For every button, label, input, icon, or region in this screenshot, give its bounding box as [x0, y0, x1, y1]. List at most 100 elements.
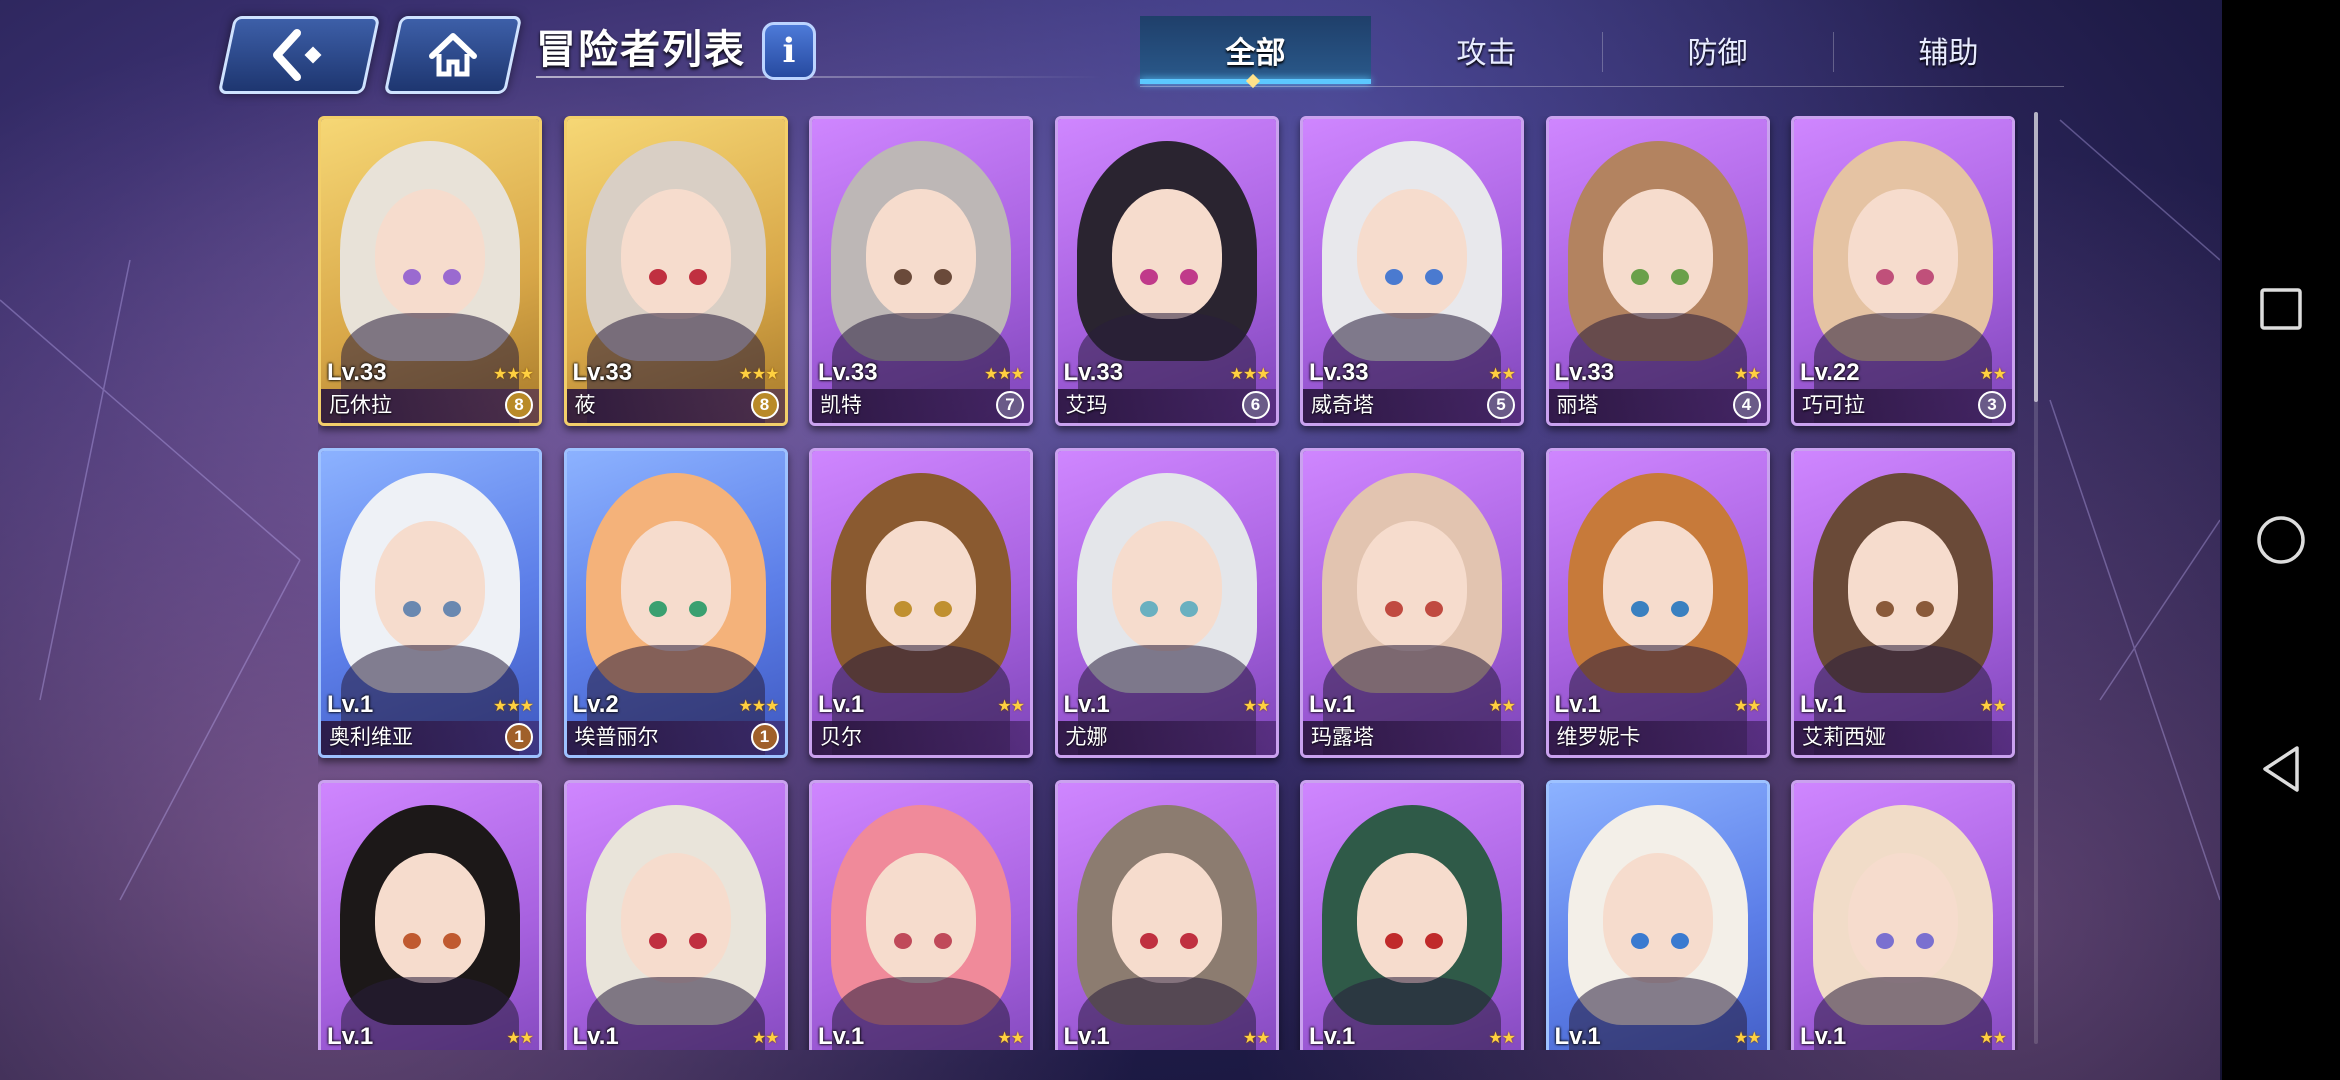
adventurer-card[interactable]: Lv.1 ★★: [1300, 780, 1524, 1050]
star-rating-icon: ★★: [1733, 364, 1762, 383]
adventurer-card[interactable]: Lv.1 ★★: [318, 780, 542, 1050]
card-rank-badge: 1: [505, 723, 533, 751]
tab-support[interactable]: 辅助: [1833, 16, 2064, 84]
character-eye: [1139, 601, 1158, 617]
adventurer-card[interactable]: Lv.2 ★★★ 埃普丽尔 1: [563, 448, 788, 758]
character-face: [620, 521, 731, 651]
adventurer-card[interactable]: Lv.1 ★★ 维罗妮卡: [1545, 448, 1770, 758]
star-rating-icon: ★★★: [1229, 364, 1270, 383]
tab-all[interactable]: 全部: [1140, 16, 1371, 84]
filter-tabs: 全部 攻击 防御 辅助: [1140, 16, 2064, 84]
card-name: 玛露塔: [1311, 725, 1374, 749]
adventurer-card[interactable]: Lv.1 ★★ 尤娜: [1054, 448, 1279, 758]
character-eye: [443, 933, 461, 949]
card-name: 艾莉西娅: [1802, 725, 1886, 749]
adventurer-card[interactable]: Lv.33 ★★ 丽塔 4: [1545, 116, 1770, 426]
star-rating-icon: ★★: [1488, 696, 1516, 715]
card-name: 莜: [574, 393, 596, 417]
character-eye: [934, 601, 952, 617]
character-face: [1602, 853, 1713, 983]
card-level: Lv.1: [1309, 691, 1356, 718]
character-eye: [443, 269, 461, 285]
tab-attack[interactable]: 攻击: [1371, 16, 1602, 84]
adventurer-card[interactable]: Lv.1 ★★ 玛露塔: [1300, 448, 1524, 758]
card-level: Lv.33: [1063, 359, 1124, 386]
star-rating-icon: ★★★: [492, 364, 534, 383]
card-name: 维罗妮卡: [1556, 725, 1641, 749]
title-underline: [536, 76, 1102, 78]
system-home-button[interactable]: [2252, 511, 2310, 569]
card-level: Lv.1: [1554, 1023, 1601, 1050]
adventurer-card[interactable]: Lv.1 ★★: [1054, 780, 1279, 1050]
character-face: [1848, 853, 1958, 983]
adventurer-card[interactable]: Lv.1 ★★: [1545, 780, 1770, 1050]
star-rating-icon: ★★: [1488, 1028, 1516, 1047]
character-eye: [1876, 933, 1894, 949]
card-rank-badge: 3: [1978, 391, 2006, 419]
card-rank-badge: 7: [996, 391, 1024, 419]
adventurer-card[interactable]: Lv.33 ★★ 威奇塔 5: [1300, 116, 1524, 426]
character-eye: [1179, 933, 1198, 949]
adventurer-card[interactable]: Lv.1 ★★ 贝尔: [809, 448, 1033, 758]
card-rank-badge: 1: [750, 723, 779, 751]
adventurer-card[interactable]: Lv.1 ★★★ 奥利维亚 1: [318, 448, 542, 758]
adventurer-card[interactable]: Lv.1 ★★ 艾莉西娅: [1791, 448, 2015, 758]
card-level: Lv.1: [1063, 691, 1110, 718]
tab-defense[interactable]: 防御: [1602, 16, 1833, 84]
character-eye: [1630, 269, 1649, 285]
adventurer-card[interactable]: Lv.1 ★★: [1791, 780, 2015, 1050]
character-eye: [1630, 601, 1649, 617]
character-eye: [688, 601, 707, 617]
character-eye: [934, 933, 952, 949]
character-eye: [443, 601, 461, 617]
home-button[interactable]: [383, 16, 523, 94]
back-button[interactable]: [217, 16, 381, 94]
adventurer-card[interactable]: Lv.33 ★★★ 厄休拉 8: [318, 116, 542, 426]
adventurer-card[interactable]: Lv.22 ★★ 巧可拉 3: [1791, 116, 2015, 426]
card-name: 巧可拉: [1802, 393, 1865, 417]
star-rating-icon: ★★★: [738, 364, 779, 383]
scrollbar[interactable]: [2034, 112, 2038, 1044]
character-eye: [648, 933, 667, 949]
character-face: [866, 189, 976, 319]
card-level: Lv.1: [1063, 1023, 1110, 1050]
character-face: [1848, 521, 1958, 651]
triangle-back-icon: [2263, 746, 2299, 792]
card-name: 尤娜: [1065, 725, 1108, 749]
character-face: [1602, 189, 1713, 319]
adventurer-grid[interactable]: Lv.33 ★★★ 厄休拉 8 Lv.33 ★★★ 莜 8 Lv.33 ★★★ 凯特 7 Lv.33 ★★…: [318, 116, 2018, 1050]
character-eye: [403, 933, 421, 949]
character-eye: [1385, 933, 1403, 949]
info-button[interactable]: i: [762, 22, 816, 80]
character-face: [1111, 853, 1222, 983]
star-rating-icon: ★★: [997, 696, 1025, 715]
character-eye: [1670, 933, 1689, 949]
character-eye: [1139, 933, 1158, 949]
scroll-thumb[interactable]: [2034, 112, 2038, 402]
card-level: Lv.1: [1309, 1023, 1356, 1050]
character-eye: [1630, 933, 1649, 949]
card-name: 埃普丽尔: [574, 725, 659, 749]
adventurer-card[interactable]: Lv.1 ★★: [563, 780, 788, 1050]
adventurer-card[interactable]: Lv.33 ★★★ 凯特 7: [809, 116, 1033, 426]
adventurer-card[interactable]: Lv.33 ★★★ 莜 8: [563, 116, 788, 426]
character-eye: [403, 601, 421, 617]
card-level: Lv.22: [1800, 359, 1860, 386]
recents-button[interactable]: [2252, 280, 2310, 338]
card-level: Lv.33: [572, 359, 633, 386]
tabs-underline: [1140, 86, 2064, 87]
adventurer-card[interactable]: Lv.33 ★★★ 艾玛 6: [1054, 116, 1279, 426]
adventurer-card[interactable]: Lv.1 ★★: [809, 780, 1033, 1050]
character-eye: [1916, 933, 1934, 949]
star-rating-icon: ★★: [1242, 696, 1271, 715]
card-name: 厄休拉: [329, 393, 392, 417]
system-back-button[interactable]: [2252, 740, 2310, 798]
character-face: [1111, 189, 1222, 319]
card-level: Lv.1: [327, 1023, 374, 1050]
star-rating-icon: ★★: [1242, 1028, 1271, 1047]
star-rating-icon: ★★: [997, 1028, 1025, 1047]
character-eye: [1385, 269, 1403, 285]
card-name: 艾玛: [1065, 393, 1108, 417]
card-name: 凯特: [820, 393, 862, 417]
card-level: Lv.1: [818, 691, 865, 718]
